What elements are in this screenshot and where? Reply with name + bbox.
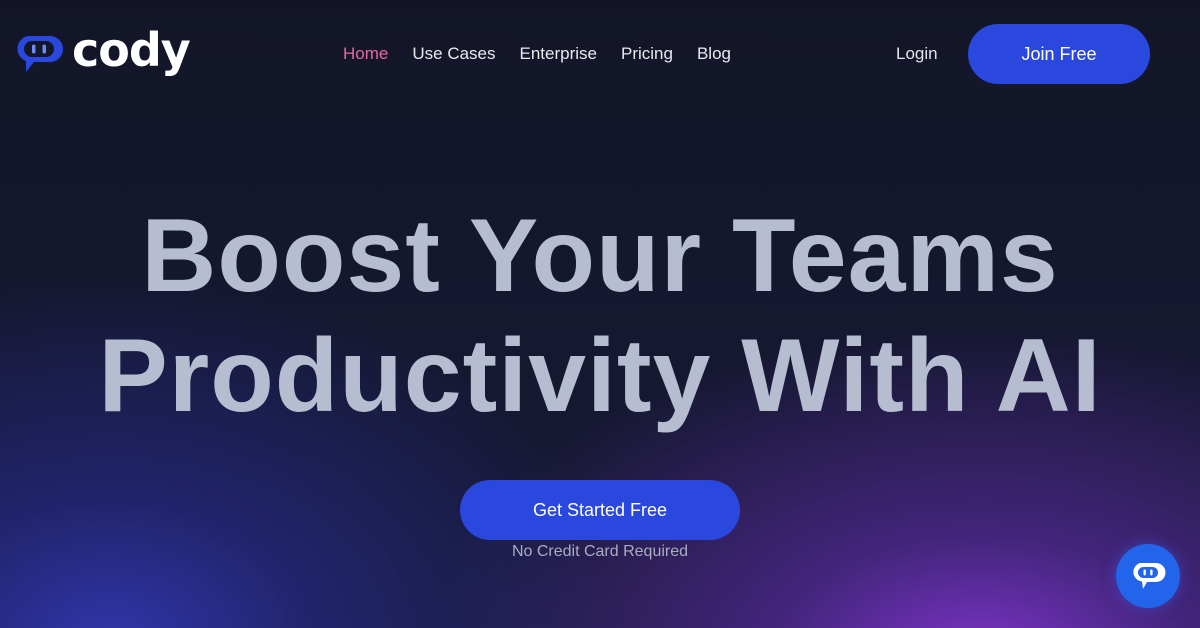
logo[interactable]: cody xyxy=(14,23,191,78)
chat-bot-icon xyxy=(1133,563,1166,589)
chat-bot-icon xyxy=(17,36,63,72)
chat-widget-button[interactable] xyxy=(1116,544,1180,608)
nav-enterprise[interactable]: Enterprise xyxy=(520,44,597,64)
no-credit-card-note: No Credit Card Required xyxy=(511,543,689,560)
nav-blog[interactable]: Blog xyxy=(697,44,731,64)
join-free-button[interactable]: Join Free xyxy=(968,24,1150,84)
nav-pricing[interactable]: Pricing xyxy=(621,44,673,64)
nav-home[interactable]: Home xyxy=(343,44,388,64)
hero-title-line-1: Boost Your Teams xyxy=(141,198,1059,314)
hero-title-line-2: Productivity With AI xyxy=(98,318,1102,434)
nav-use-cases[interactable]: Use Cases xyxy=(412,44,495,64)
login-link[interactable]: Login xyxy=(896,44,938,64)
hero-title: Boost Your Teams Productivity With AI xyxy=(0,196,1200,436)
brand-name: cody xyxy=(72,23,191,77)
main-nav: Home Use Cases Enterprise Pricing Blog xyxy=(343,44,731,64)
get-started-button[interactable]: Get Started Free xyxy=(460,480,740,540)
